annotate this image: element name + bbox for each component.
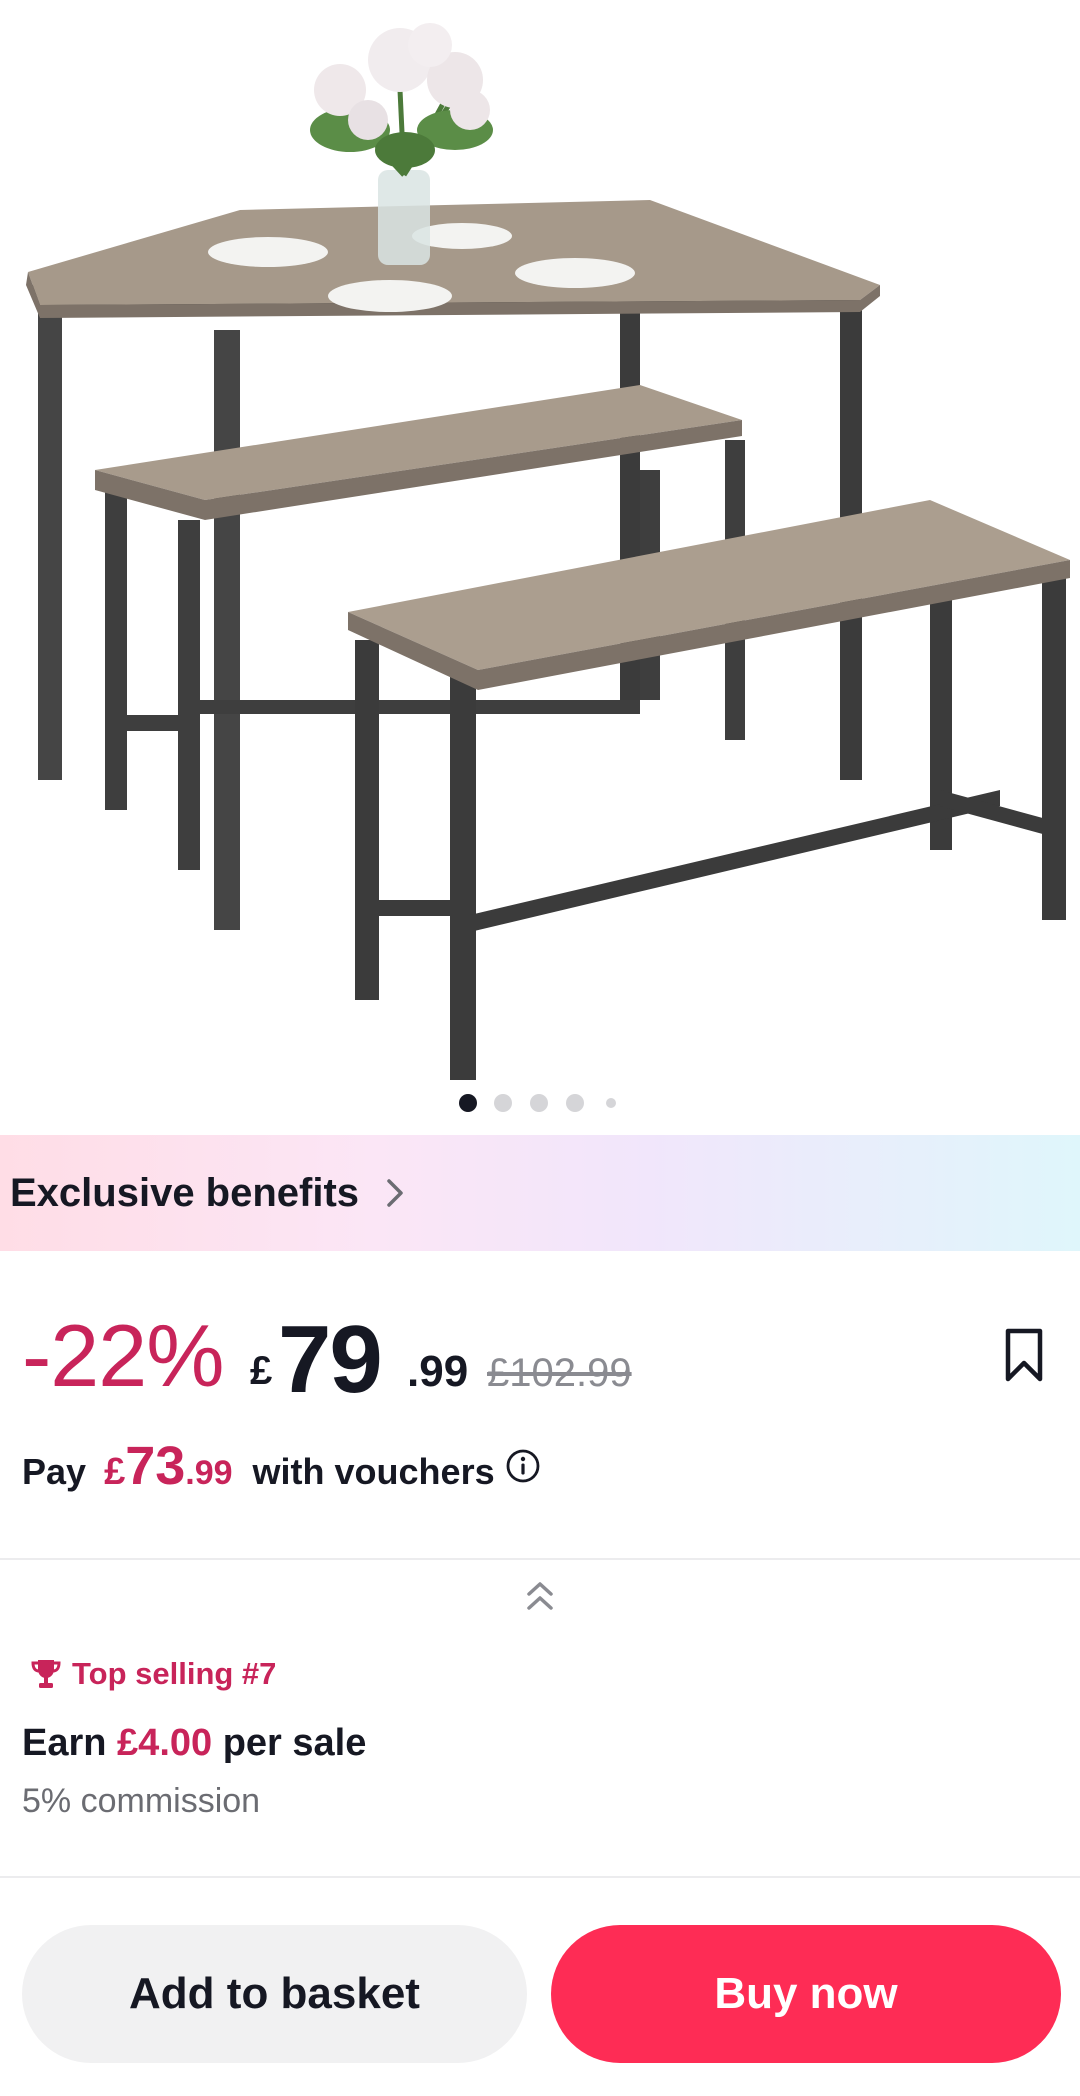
earn-amount: £4.00 <box>117 1722 213 1764</box>
gallery-dot-1[interactable] <box>459 1094 477 1112</box>
voucher-suffix: with vouchers <box>252 1451 495 1492</box>
product-image-gallery[interactable] <box>0 0 1080 1135</box>
chevron-right-icon <box>387 1179 403 1207</box>
exclusive-benefits-label: Exclusive benefits <box>10 1170 360 1215</box>
top-selling-badge: Top selling #7 <box>30 1656 276 1692</box>
gallery-dot-4[interactable] <box>566 1094 584 1112</box>
exclusive-benefits-banner[interactable]: Exclusive benefits <box>0 1135 1080 1251</box>
top-selling-label: Top selling #7 <box>72 1656 277 1691</box>
bottom-bar-divider <box>0 1876 1080 1878</box>
discount-percent: -22% <box>22 1306 224 1405</box>
commission-rate: 5% commission <box>22 1782 261 1820</box>
gallery-dot-2[interactable] <box>494 1094 512 1112</box>
info-icon[interactable] <box>505 1448 541 1484</box>
trophy-icon <box>31 1660 61 1688</box>
earn-suffix: per sale <box>222 1722 367 1764</box>
add-to-basket-button[interactable]: Add to basket <box>22 1925 527 2063</box>
gallery-pagination <box>0 1094 1080 1114</box>
product-image <box>26 23 1070 1080</box>
price-currency-symbol: £ <box>250 1349 273 1393</box>
voucher-currency-symbol: £ <box>104 1451 126 1493</box>
price-decimal: .99 <box>407 1347 469 1396</box>
section-divider <box>0 1558 1080 1560</box>
earn-per-sale: Earn £4.00 per sale <box>22 1722 366 1765</box>
gallery-dot-5[interactable] <box>606 1098 616 1108</box>
voucher-price-decimal: .99 <box>185 1454 233 1492</box>
bookmark-icon[interactable] <box>1004 1327 1044 1383</box>
earn-prefix: Earn <box>22 1722 107 1764</box>
price-integer: 79 <box>278 1306 383 1413</box>
double-chevron-up-icon[interactable] <box>521 1576 559 1616</box>
original-price: £102.99 <box>487 1351 632 1395</box>
voucher-price-row: Pay £ 73 .99 with vouchers <box>22 1435 541 1505</box>
buy-now-button[interactable]: Buy now <box>551 1925 1061 2063</box>
gallery-dot-3[interactable] <box>530 1094 548 1112</box>
voucher-price-integer: 73 <box>125 1436 186 1496</box>
voucher-pay-label: Pay <box>22 1451 87 1492</box>
